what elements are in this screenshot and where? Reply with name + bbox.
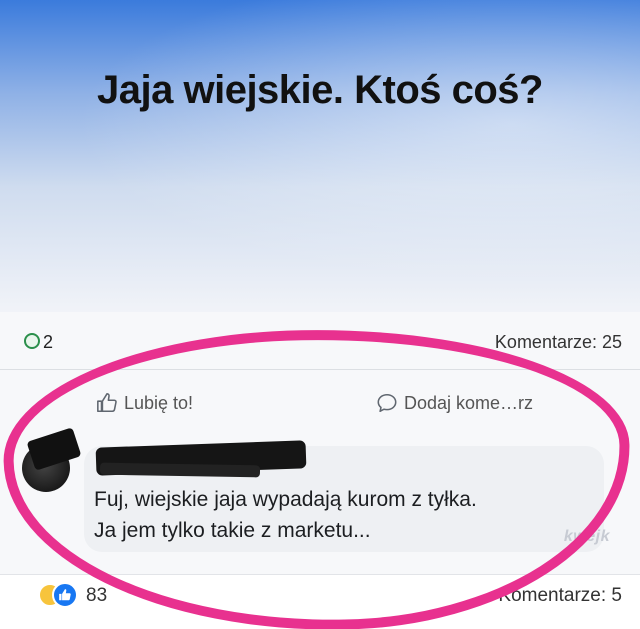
footer-comments-count[interactable]: Komentarze: 5 [498, 585, 622, 607]
footer-row: 83 Komentarze: 5 [0, 574, 640, 629]
like-badge-icon [52, 582, 78, 608]
comment-label: Dodaj kome…rz [404, 392, 534, 413]
like-thumb-icon [96, 392, 118, 414]
post-banner: Jaja wiejskie. Ktoś coś? [0, 0, 640, 312]
reaction-count[interactable]: 2 [43, 332, 53, 353]
comments-count[interactable]: Komentarze: 25 [495, 332, 622, 353]
watermark: kwejk [563, 528, 610, 545]
footer-reaction-count[interactable]: 83 [86, 585, 107, 607]
banner-overlay [0, 0, 640, 312]
post-text: Jaja wiejskie. Ktoś coś? [97, 68, 544, 112]
actions-row: Lubię to! Dodaj kome…rz [0, 370, 640, 434]
like-label: Lubię to! [124, 392, 194, 413]
comment-button[interactable]: Dodaj kome…rz [376, 392, 533, 414]
comment-area: Fuj, wiejskie jaja wypadają kurom z tyłk… [0, 427, 640, 574]
comment-bubble-icon [376, 392, 398, 414]
stats-row: 2 Komentarze: 25 [0, 312, 640, 370]
comment-text: Fuj, wiejskie jaja wypadają kurom z tyłk… [94, 488, 477, 542]
like-button[interactable]: Lubię to! [96, 392, 193, 414]
avatar-redaction [26, 427, 82, 471]
reaction-icon [24, 333, 40, 349]
